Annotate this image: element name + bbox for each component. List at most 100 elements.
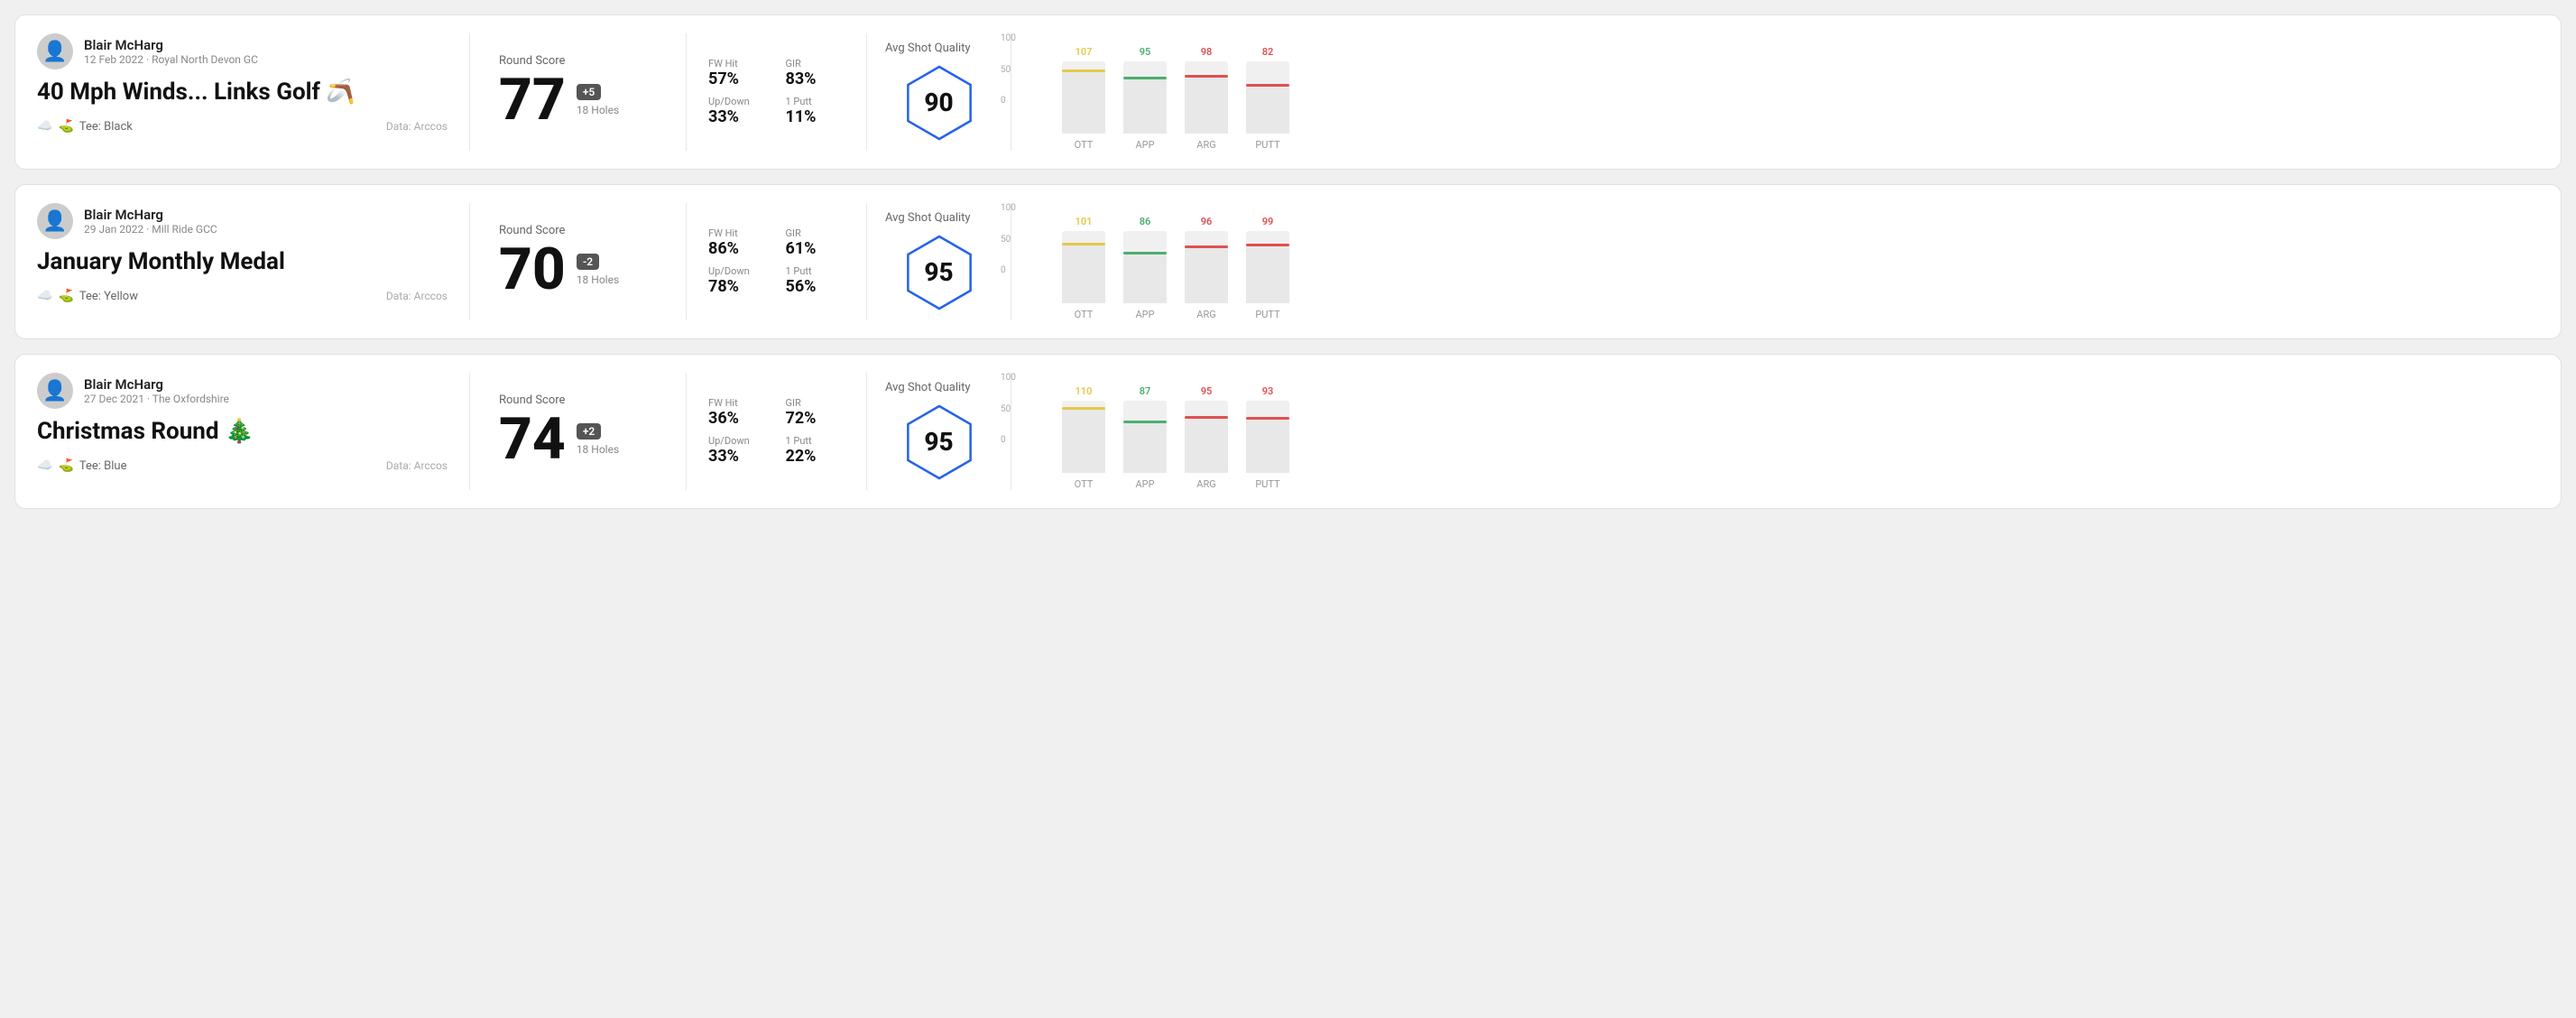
stats-grid: FW Hit 86% GIR 61% Up/Down 78% 1 Putt 56…	[708, 227, 845, 296]
chart-section: 100 50 0 101 OTT 86	[1011, 203, 2539, 320]
left-section: 👤 Blair McHarg 27 Dec 2021 · The Oxfords…	[37, 373, 470, 490]
fw-hit-label: FW Hit	[708, 58, 768, 69]
score-modifier-badge: +2	[577, 423, 601, 440]
chart-col-ott: 101 OTT	[1062, 216, 1105, 320]
left-section: 👤 Blair McHarg 12 Feb 2022 · Royal North…	[37, 33, 470, 151]
bar-fill-putt	[1246, 84, 1289, 134]
fw-hit-stat: FW Hit 86%	[708, 227, 768, 258]
stats-grid: FW Hit 57% GIR 83% Up/Down 33% 1 Putt 11…	[708, 58, 845, 126]
chart-val-arg: 98	[1201, 46, 1213, 58]
chart-val-app: 87	[1140, 385, 1151, 397]
chart-val-putt: 93	[1262, 385, 1274, 397]
bar-fill-ott	[1062, 243, 1105, 303]
fw-hit-value: 57%	[708, 69, 768, 88]
bottom-row: ☁️ ⛳ Tee: Yellow Data: Arccos	[37, 289, 448, 303]
tee-icon: ⛳	[58, 289, 73, 303]
tee-label: Tee: Yellow	[79, 290, 138, 303]
score-badge: -2 18 Holes	[577, 254, 619, 286]
round-title: January Monthly Medal	[37, 248, 448, 276]
bar-fill-app	[1123, 421, 1167, 473]
chart-label-putt: PUTT	[1255, 309, 1279, 320]
weather-icon: ☁️	[37, 289, 52, 303]
user-name: Blair McHarg	[84, 37, 258, 53]
quality-section: Avg Shot Quality 90	[867, 33, 1011, 151]
bar-fill-app	[1123, 77, 1167, 134]
bar-line-app	[1123, 77, 1167, 79]
bar-line-putt	[1246, 417, 1289, 420]
oneputt-stat: 1 Putt 11%	[786, 96, 845, 126]
chart-col-arg: 98 ARG	[1185, 46, 1228, 151]
gir-value: 83%	[786, 69, 845, 88]
score-row: 70 -2 18 Holes	[499, 241, 657, 299]
bar-line-arg	[1185, 75, 1228, 78]
tee-info: ☁️ ⛳ Tee: Blue	[37, 458, 126, 473]
updown-stat: Up/Down 33%	[708, 435, 768, 466]
user-info: Blair McHarg 27 Dec 2021 · The Oxfordshi…	[84, 376, 229, 405]
bar-fill-putt	[1246, 417, 1289, 473]
bar-ott	[1062, 231, 1105, 303]
oneputt-value: 11%	[786, 107, 845, 126]
bar-line-ott	[1062, 407, 1105, 410]
bar-fill-arg	[1185, 75, 1228, 134]
fw-hit-label: FW Hit	[708, 227, 768, 239]
chart-section: 100 50 0 107 OTT 95	[1011, 33, 2539, 151]
chart-label-putt: PUTT	[1255, 139, 1279, 151]
weather-icon: ☁️	[37, 119, 52, 134]
updown-value: 33%	[708, 107, 768, 126]
chart-label-arg: ARG	[1196, 139, 1215, 151]
avatar: 👤	[37, 33, 73, 69]
chart-label-arg: ARG	[1196, 309, 1215, 320]
oneputt-label: 1 Putt	[786, 96, 845, 107]
gir-label: GIR	[786, 397, 845, 409]
chart-label-ott: OTT	[1075, 309, 1094, 320]
chart-col-ott: 110 OTT	[1062, 385, 1105, 490]
data-source: Data: Arccos	[386, 290, 448, 302]
tee-label: Tee: Blue	[79, 459, 127, 473]
score-badge: +2 18 Holes	[577, 423, 619, 456]
score-modifier-badge: +5	[577, 84, 601, 100]
bar-ott	[1062, 401, 1105, 473]
fw-hit-stat: FW Hit 36%	[708, 397, 768, 428]
chart-label-arg: ARG	[1196, 478, 1215, 490]
bar-fill-ott	[1062, 407, 1105, 473]
quality-section: Avg Shot Quality 95	[867, 373, 1011, 490]
bar-ott	[1062, 61, 1105, 134]
holes-label: 18 Holes	[577, 273, 619, 286]
avatar: 👤	[37, 203, 73, 239]
oneputt-stat: 1 Putt 22%	[786, 435, 845, 466]
chart-col-arg: 96 ARG	[1185, 216, 1228, 320]
score-badge: +5 18 Holes	[577, 84, 619, 116]
bar-line-arg	[1185, 416, 1228, 419]
avg-shot-label: Avg Shot Quality	[885, 42, 971, 55]
bar-line-putt	[1246, 244, 1289, 246]
fw-hit-label: FW Hit	[708, 397, 768, 409]
round-card: 👤 Blair McHarg 27 Dec 2021 · The Oxfords…	[14, 354, 2562, 509]
gir-label: GIR	[786, 58, 845, 69]
bar-app	[1123, 231, 1167, 303]
date-course: 12 Feb 2022 · Royal North Devon GC	[84, 53, 258, 66]
score-big: 70	[499, 241, 566, 299]
bar-line-arg	[1185, 245, 1228, 248]
holes-label: 18 Holes	[577, 443, 619, 456]
fw-hit-stat: FW Hit 57%	[708, 58, 768, 88]
bar-line-app	[1123, 252, 1167, 255]
chart-col-ott: 107 OTT	[1062, 46, 1105, 151]
oneputt-stat: 1 Putt 56%	[786, 265, 845, 296]
avatar: 👤	[37, 373, 73, 409]
chart-val-app: 95	[1140, 46, 1151, 58]
oneputt-label: 1 Putt	[786, 265, 845, 277]
bar-line-app	[1123, 421, 1167, 423]
score-row: 77 +5 18 Holes	[499, 71, 657, 129]
chart-col-app: 95 APP	[1123, 46, 1167, 151]
user-row: 👤 Blair McHarg 27 Dec 2021 · The Oxfords…	[37, 373, 448, 409]
score-section: Round Score 70 -2 18 Holes	[470, 203, 687, 320]
date-course: 29 Jan 2022 · Mill Ride GCC	[84, 223, 217, 236]
bar-fill-app	[1123, 252, 1167, 303]
updown-label: Up/Down	[708, 435, 768, 447]
bar-app	[1123, 401, 1167, 473]
gir-value: 61%	[786, 239, 845, 258]
avg-shot-label: Avg Shot Quality	[885, 211, 971, 225]
bar-fill-putt	[1246, 244, 1289, 303]
chart-col-app: 86 APP	[1123, 216, 1167, 320]
hexagon-container: 95	[899, 232, 980, 313]
